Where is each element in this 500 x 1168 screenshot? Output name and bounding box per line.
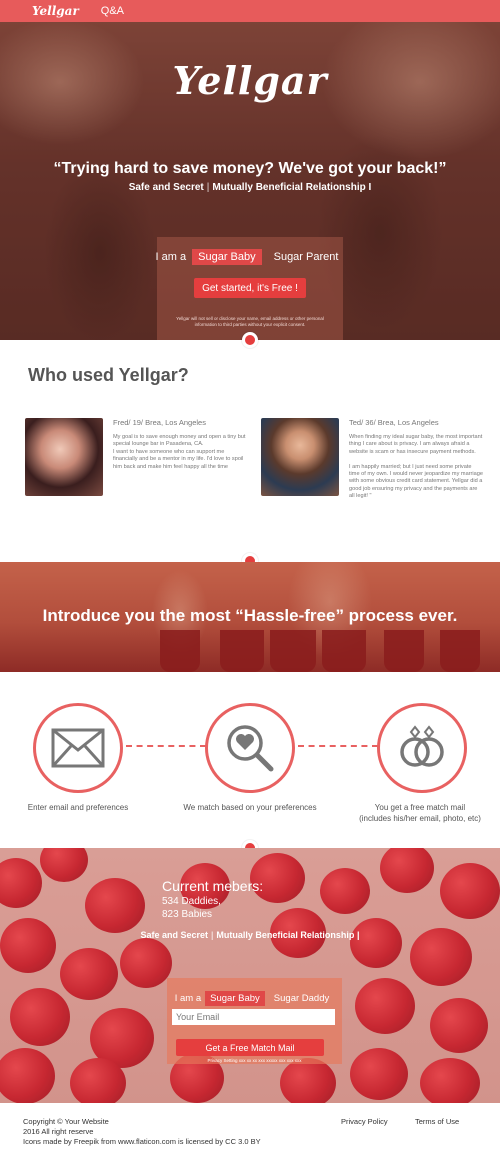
step-connector [298, 745, 378, 747]
members-count-daddies: 534 Daddies, [162, 896, 221, 907]
footer-line: Copyright © Your Website [23, 1117, 109, 1126]
magnifier-heart-icon [227, 725, 274, 772]
profile-text: My goal is to save enough money and open… [113, 434, 246, 470]
process-banner: Introduce you the most “Hassle-free” pro… [0, 562, 500, 672]
footer-link-terms[interactable]: Terms of Use [415, 1117, 459, 1126]
tagline-end: I [368, 182, 372, 193]
nav-link-qa[interactable]: Q&A [101, 5, 124, 17]
hero-section: Yellgar “Trying hard to save money? We'v… [0, 22, 500, 340]
tagline-separator: | [206, 182, 210, 193]
hero-quote: “Trying hard to save money? We've got yo… [53, 160, 447, 177]
wine-glass-decor [384, 630, 424, 672]
footer-copyright: Copyright © Your Website 2016 All right … [23, 1117, 261, 1147]
wine-glass-decor [270, 630, 316, 672]
nav-logo[interactable]: Yellgar [32, 4, 79, 18]
tagline-safe: Safe and Secret [140, 930, 209, 940]
envelope-icon [51, 728, 105, 768]
profile-photo [25, 418, 103, 496]
members-count-babies: 823 Babies [162, 909, 213, 920]
hero-logo: Yellgar [172, 58, 328, 103]
privacy-disclaimer: Yellgar will not sell or disclose your n… [176, 316, 324, 327]
option-sugar-parent[interactable]: Sugar Parent [268, 249, 345, 265]
step-label-mail: You get a free match mail (includes his/… [359, 803, 481, 823]
top-nav-bar: Yellgar Q&A [0, 0, 500, 22]
wine-glass-decor [220, 630, 264, 672]
wine-glass-decor [160, 630, 200, 672]
members-tagline: Safe and Secret | Mutually Beneficial Rela… [0, 930, 500, 940]
step-label-email: Enter email and preferences [27, 803, 129, 812]
option-sugar-daddy[interactable]: Sugar Daddy [269, 991, 334, 1006]
footer-line: Icons made by Freepik from www.flaticon.… [23, 1137, 261, 1146]
tagline-relationship: Mutually Beneficial Relationship [212, 182, 366, 193]
tagline-safe: Safe and Secret [128, 182, 204, 193]
rings-icon [400, 725, 444, 767]
tagline-relationship: Mutually Beneficial Relationship [216, 930, 355, 940]
who-used-title: Who used Yellgar? [28, 365, 189, 385]
step-mail-circle [377, 703, 467, 793]
option-sugar-baby[interactable]: Sugar Baby [205, 991, 265, 1006]
step-match-circle [205, 703, 295, 793]
iam-label: I am a [174, 993, 202, 1004]
tagline-end: | [356, 930, 360, 940]
profile-photo [261, 418, 339, 496]
privacy-setting-note: Privacy Setting xxx xx xx xxx xxxxx xxx … [207, 1058, 302, 1063]
wine-glass-decor [322, 630, 366, 672]
profile-card: Fred/ 19/ Brea, Los Angeles My goal is t… [25, 418, 247, 518]
tagline-separator: | [211, 930, 214, 940]
email-field[interactable] [172, 1009, 335, 1025]
hero-tagline: Safe and Secret | Mutually Beneficial Rela… [0, 182, 500, 193]
get-started-button[interactable]: Get started, it's Free ! [194, 278, 306, 298]
profile-name: Fred/ 19/ Brea, Los Angeles [113, 418, 206, 427]
profile-text: When finding my ideal sugar baby, the mo… [349, 434, 483, 500]
footer-link-privacy[interactable]: Privacy Policy [341, 1117, 388, 1126]
members-title: Current mebers: [162, 878, 264, 894]
profile-name: Ted/ 36/ Brea, Los Angeles [349, 418, 439, 427]
section-divider-dot [242, 332, 258, 348]
role-selector-2: I am a Sugar Baby Sugar Daddy [167, 991, 342, 1006]
step-label-match: We match based on your preferences [183, 803, 317, 812]
role-selector: I am a Sugar Baby Sugar Parent [0, 249, 500, 265]
process-title: Introduce you the most “Hassle-free” pro… [42, 606, 458, 625]
wine-glass-decor [440, 630, 480, 672]
footer-line: 2016 All right reserve [23, 1127, 94, 1136]
step-email-circle [33, 703, 123, 793]
profile-card: Ted/ 36/ Brea, Los Angeles When finding … [261, 418, 483, 518]
iam-label: I am a [155, 251, 187, 263]
step-connector [126, 745, 206, 747]
option-sugar-baby[interactable]: Sugar Baby [192, 249, 262, 265]
free-match-mail-button[interactable]: Get a Free Match Mail [176, 1039, 324, 1056]
